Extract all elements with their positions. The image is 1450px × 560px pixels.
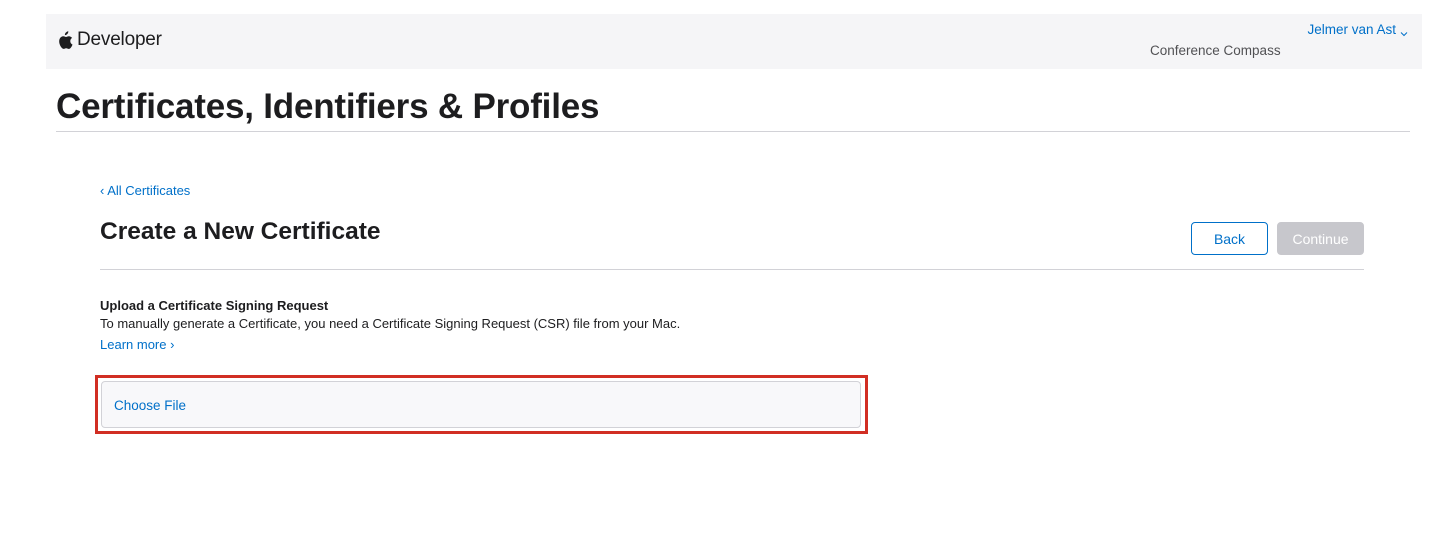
- all-certificates-link[interactable]: ‹ All Certificates: [100, 183, 190, 198]
- learn-more-link[interactable]: Learn more ›: [100, 337, 174, 352]
- choose-file-field[interactable]: Choose File: [101, 381, 861, 428]
- global-header: Developer Jelmer van Ast Conference Comp…: [46, 14, 1422, 69]
- continue-button[interactable]: Continue: [1277, 222, 1364, 255]
- section-divider: [100, 269, 1364, 270]
- developer-brand-link[interactable]: Developer: [57, 29, 162, 51]
- section-title: Create a New Certificate: [100, 218, 381, 245]
- page-title: Certificates, Identifiers & Profiles: [56, 87, 600, 126]
- upload-description: To manually generate a Certificate, you …: [100, 316, 681, 331]
- title-divider: [56, 131, 1410, 132]
- choose-file-label: Choose File: [114, 398, 187, 413]
- account-menu[interactable]: Jelmer van Ast: [1307, 22, 1408, 37]
- back-button[interactable]: Back: [1191, 222, 1268, 255]
- apple-logo-icon: [57, 30, 73, 50]
- upload-heading: Upload a Certificate Signing Request: [100, 298, 329, 313]
- chevron-down-icon: [1400, 26, 1408, 36]
- team-name: Conference Compass: [1150, 43, 1281, 58]
- user-name: Jelmer van Ast: [1307, 22, 1396, 37]
- brand-label: Developer: [77, 29, 162, 50]
